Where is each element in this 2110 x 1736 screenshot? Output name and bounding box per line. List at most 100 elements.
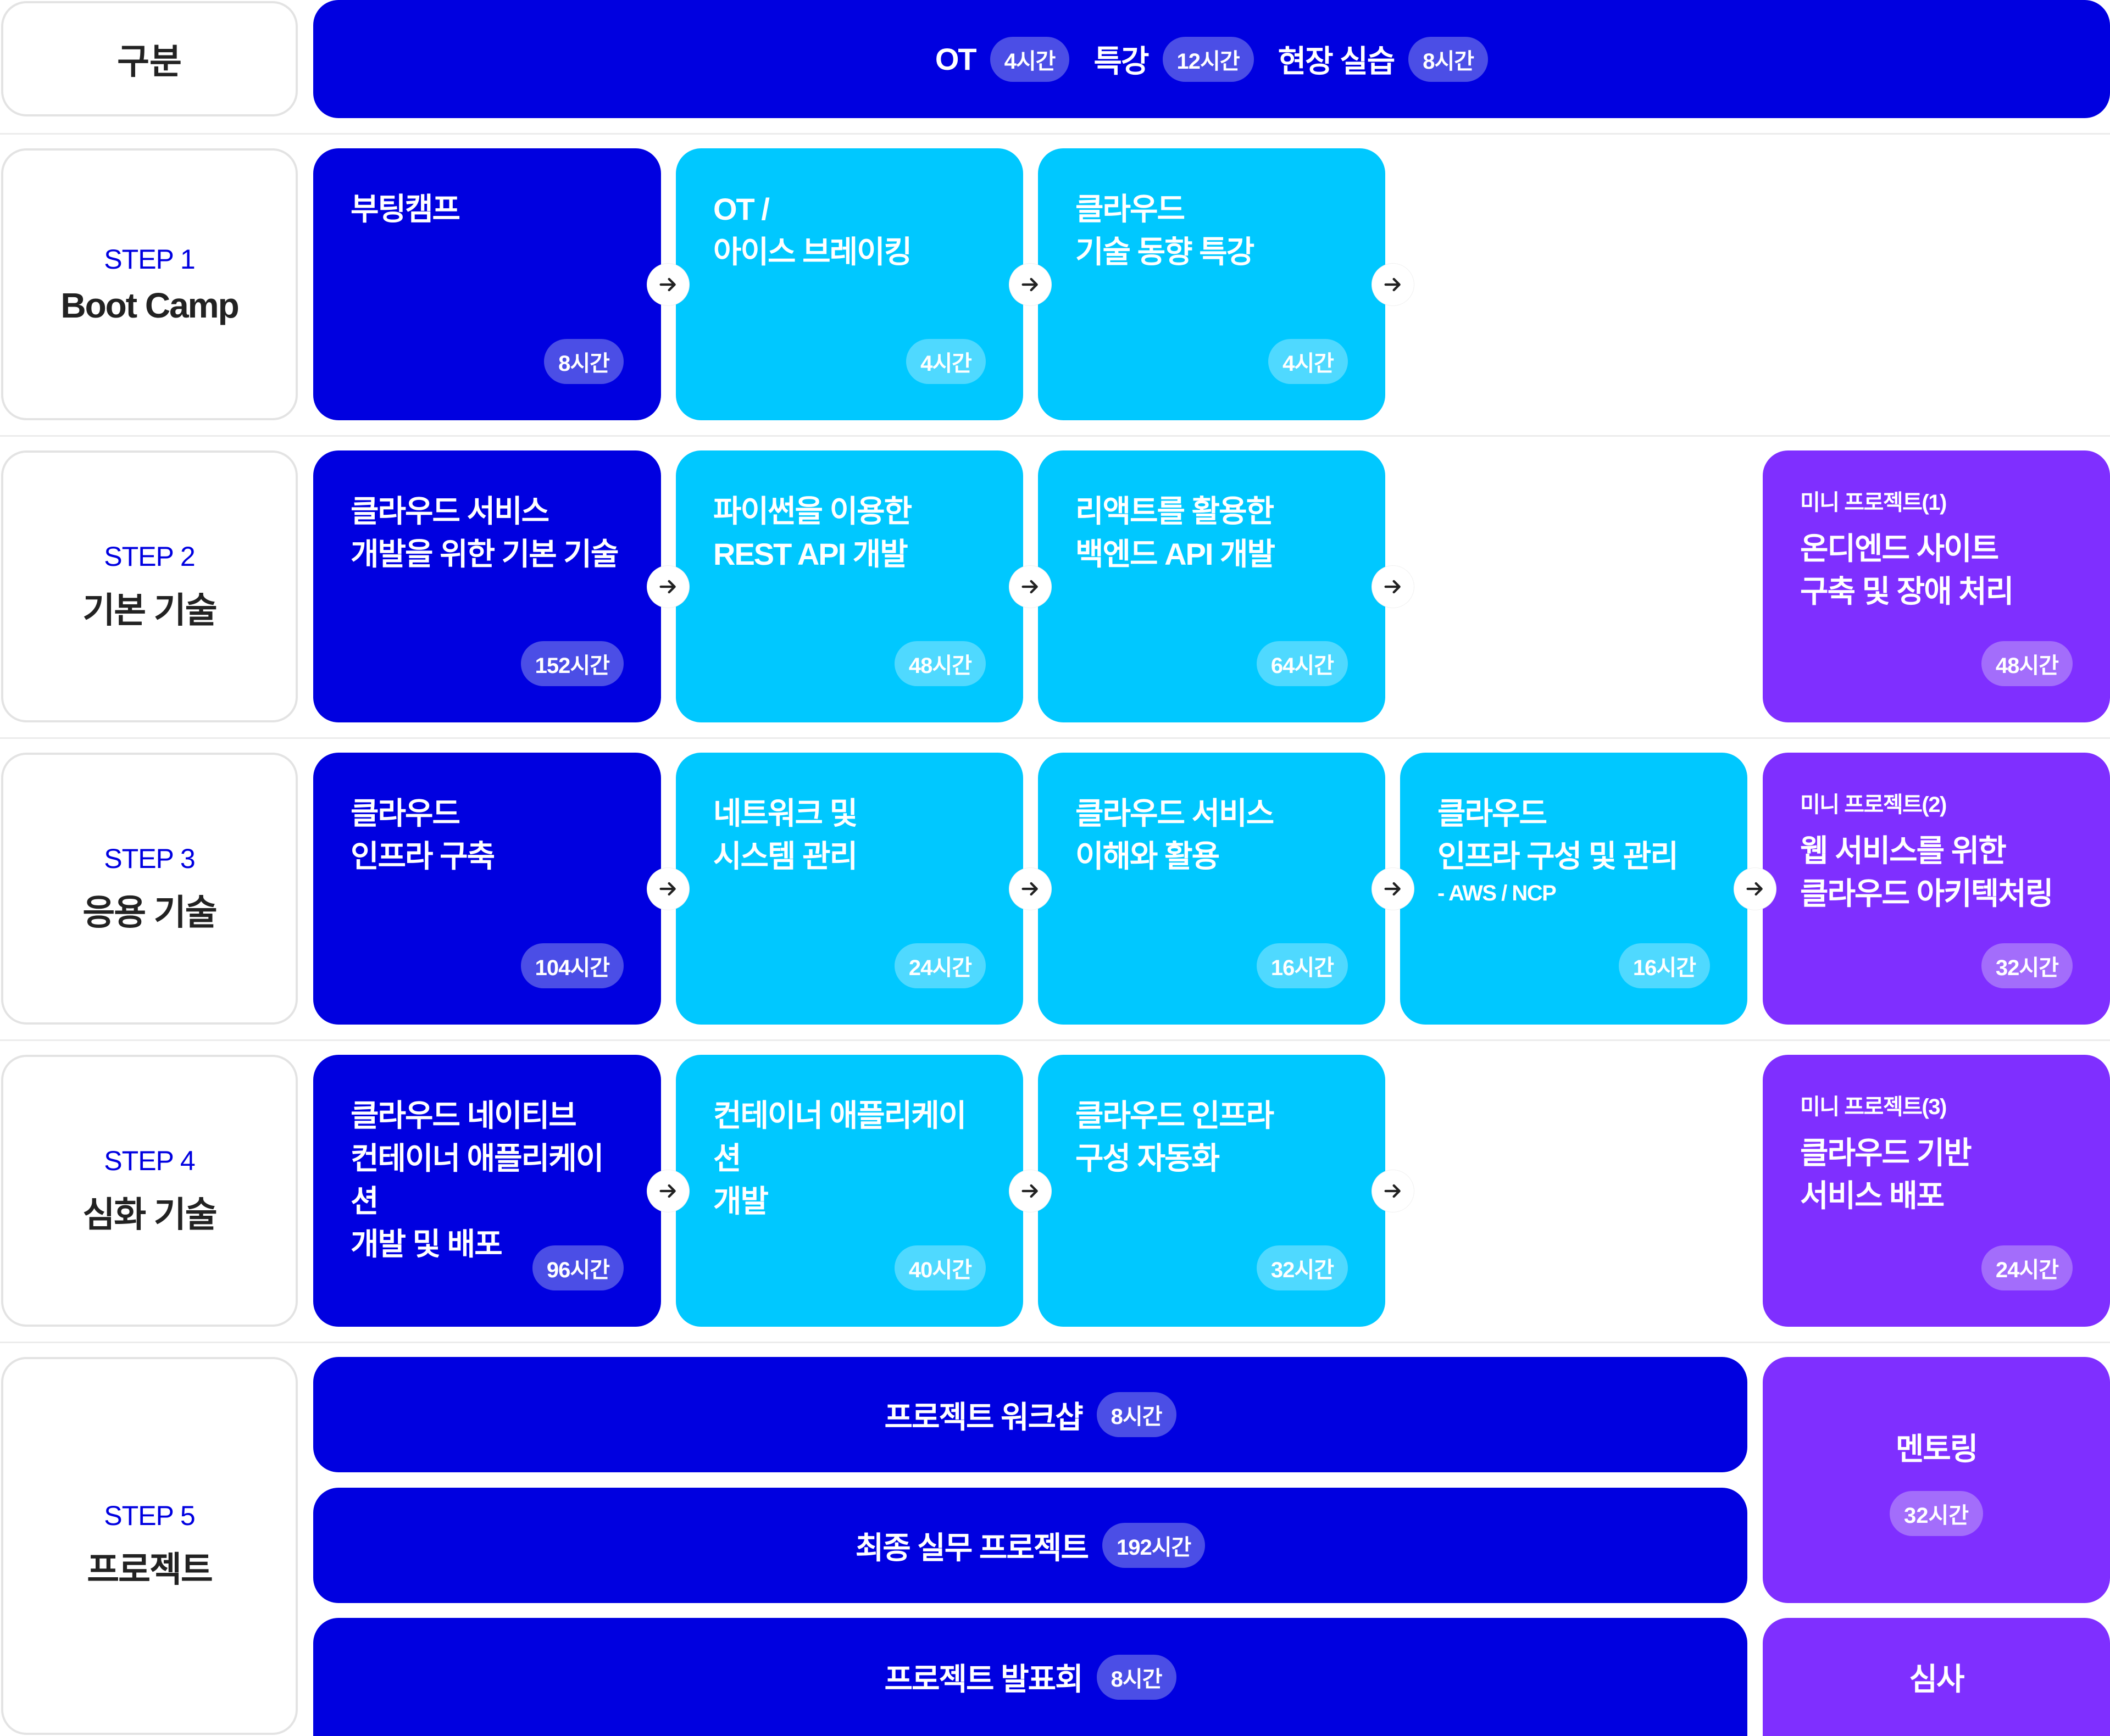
mentoring-card[interactable]: 멘토링 32시간 xyxy=(1763,1357,2110,1603)
course-title: 클라우드 서비스 이해와 활용 xyxy=(1075,796,1274,873)
mini-project-title: 웹 서비스를 위한 클라우드 아키텍처링 xyxy=(1800,833,2053,911)
course-card[interactable]: 클라우드 인프라 구축 104시간 xyxy=(313,753,661,1025)
hours-badge: 16시간 xyxy=(1618,943,1710,988)
step-4-label: STEP 4 심화 기술 xyxy=(1,1055,298,1327)
header-label-card: 구분 xyxy=(1,1,298,116)
row-divider xyxy=(0,435,2110,437)
course-card[interactable]: 클라우드 인프라 구성 자동화 32시간 xyxy=(1038,1055,1385,1327)
course-title: 네트워크 및 시스템 관리 xyxy=(713,796,858,873)
mini-project-title: 온디엔드 사이트 구축 및 장애 처리 xyxy=(1800,531,2014,609)
course-card[interactable]: OT / 아이스 브레이킹 4시간 xyxy=(676,148,1023,420)
header-item-ot-hours: 4시간 xyxy=(990,36,1070,82)
step-2-label: STEP 2 기본 기술 xyxy=(1,450,298,722)
arrow-right-icon xyxy=(647,1170,689,1212)
course-title: 클라우드 기술 동향 특강 xyxy=(1075,192,1254,269)
course-card[interactable]: 클라우드 인프라 구성 및 관리 - AWS / NCP 16시간 xyxy=(1400,753,1747,1025)
review-card[interactable]: 심사 xyxy=(1763,1618,2110,1736)
course-card[interactable]: 컨테이너 애플리케이션 개발 40시간 xyxy=(676,1055,1023,1327)
mini-project-label: 미니 프로젝트(1) xyxy=(1800,491,1947,515)
step-number: STEP 5 xyxy=(104,1500,195,1531)
header-item-practice-hours: 8시간 xyxy=(1408,36,1489,82)
step-title: 심화 기술 xyxy=(82,1194,217,1234)
step-number: STEP 2 xyxy=(104,541,195,572)
hours-badge: 24시간 xyxy=(1981,1245,2073,1290)
step-number: STEP 3 xyxy=(104,843,195,874)
arrow-right-icon xyxy=(647,868,689,910)
hours-badge: 192시간 xyxy=(1102,1523,1206,1568)
header-label: 구분 xyxy=(117,42,182,81)
course-card[interactable]: 클라우드 네이티브 컨테이너 애플리케이션 개발 및 배포 96시간 xyxy=(313,1055,661,1327)
course-title: 클라우드 인프라 구성 자동화 xyxy=(1075,1098,1274,1176)
course-title: 컨테이너 애플리케이션 개발 xyxy=(713,1098,967,1218)
mini-project-label: 미니 프로젝트(3) xyxy=(1800,1095,1947,1119)
project-bar-title: 프로젝트 워크샵 xyxy=(884,1399,1083,1434)
header-item-lecture: 특강 xyxy=(1093,44,1149,79)
course-title: 리액트를 활용한 백엔드 API 개발 xyxy=(1075,494,1275,571)
mentoring-title: 멘토링 xyxy=(1895,1431,1979,1466)
hours-badge: 32시간 xyxy=(1256,1245,1348,1290)
project-bar[interactable]: 프로젝트 발표회 8시간 xyxy=(313,1618,1747,1736)
course-card[interactable]: 파이썬을 이용한 REST API 개발 48시간 xyxy=(676,450,1023,722)
hours-badge: 96시간 xyxy=(532,1245,624,1290)
course-card[interactable]: 클라우드 서비스 이해와 활용 16시간 xyxy=(1038,753,1385,1025)
hours-badge: 16시간 xyxy=(1256,943,1348,988)
header-banner: OT 4시간 특강 12시간 현장 실습 8시간 xyxy=(313,0,2110,118)
header-item-practice: 현장 실습 xyxy=(1278,44,1396,79)
hours-badge: 48시간 xyxy=(1981,641,2073,686)
hours-badge: 8시간 xyxy=(1096,1392,1176,1437)
course-title: 클라우드 인프라 구축 xyxy=(351,796,495,873)
project-bar[interactable]: 최종 실무 프로젝트 192시간 xyxy=(313,1488,1747,1603)
course-card[interactable]: 클라우드 기술 동향 특강 4시간 xyxy=(1038,148,1385,420)
course-title: 클라우드 인프라 구성 및 관리 xyxy=(1437,796,1679,873)
course-title: 부팅캠프 xyxy=(351,192,460,226)
hours-badge: 4시간 xyxy=(1268,339,1348,384)
hours-badge: 64시간 xyxy=(1256,641,1348,686)
hours-badge: 8시간 xyxy=(544,339,624,384)
hours-badge: 104시간 xyxy=(520,943,624,988)
course-card[interactable]: 네트워크 및 시스템 관리 24시간 xyxy=(676,753,1023,1025)
arrow-right-icon xyxy=(1009,868,1051,910)
mini-project-card[interactable]: 미니 프로젝트(1) 온디엔드 사이트 구축 및 장애 처리 48시간 xyxy=(1763,450,2110,722)
hours-badge: 40시간 xyxy=(894,1245,986,1290)
step-number: STEP 1 xyxy=(104,243,195,275)
hours-badge: 48시간 xyxy=(894,641,986,686)
mini-project-card[interactable]: 미니 프로젝트(3) 클라우드 기반 서비스 배포 24시간 xyxy=(1763,1055,2110,1327)
row-divider xyxy=(0,737,2110,739)
hours-badge: 4시간 xyxy=(906,339,986,384)
course-title: 파이썬을 이용한 REST API 개발 xyxy=(713,494,912,571)
course-card[interactable]: 리액트를 활용한 백엔드 API 개발 64시간 xyxy=(1038,450,1385,722)
arrow-right-icon xyxy=(1009,1170,1051,1212)
project-bar-title: 프로젝트 발표회 xyxy=(884,1662,1083,1696)
course-card[interactable]: 클라우드 서비스 개발을 위한 기본 기술 152시간 xyxy=(313,450,661,722)
course-subtitle: - AWS / NCP xyxy=(1437,881,1557,905)
course-card[interactable]: 부팅캠프 8시간 xyxy=(313,148,661,420)
course-title: OT / 아이스 브레이킹 xyxy=(713,192,912,269)
step-3-label: STEP 3 응용 기술 xyxy=(1,753,298,1025)
arrow-right-icon xyxy=(647,566,689,608)
hours-badge: 32시간 xyxy=(1981,943,2073,988)
step-number: STEP 4 xyxy=(104,1145,195,1176)
course-title: 클라우드 네이티브 컨테이너 애플리케이션 개발 및 배포 xyxy=(351,1098,604,1261)
mini-project-label: 미니 프로젝트(2) xyxy=(1800,793,1947,817)
step-title: 기본 기술 xyxy=(82,590,217,630)
project-bar-title: 최종 실무 프로젝트 xyxy=(855,1530,1089,1565)
mini-project-card[interactable]: 미니 프로젝트(2) 웹 서비스를 위한 클라우드 아키텍처링 32시간 xyxy=(1763,753,2110,1025)
header-item-ot: OT xyxy=(935,42,977,76)
step-title: 프로젝트 xyxy=(87,1550,213,1589)
step-title: 응용 기술 xyxy=(82,892,217,932)
arrow-right-icon xyxy=(647,264,689,305)
row-divider xyxy=(0,1342,2110,1343)
header-item-lecture-hours: 12시간 xyxy=(1162,36,1254,82)
course-title: 클라우드 서비스 개발을 위한 기본 기술 xyxy=(351,494,619,571)
hours-badge: 8시간 xyxy=(1096,1654,1176,1700)
mini-project-title: 클라우드 기반 서비스 배포 xyxy=(1800,1136,1972,1213)
hours-badge: 152시간 xyxy=(520,641,624,686)
arrow-right-icon xyxy=(1009,264,1051,305)
arrow-right-icon xyxy=(1009,566,1051,608)
arrow-right-icon xyxy=(1372,1170,1414,1212)
step-5-label: STEP 5 프로젝트 xyxy=(1,1357,298,1735)
review-title: 심사 xyxy=(1909,1662,1964,1696)
project-bar[interactable]: 프로젝트 워크샵 8시간 xyxy=(313,1357,1747,1472)
row-divider xyxy=(0,133,2110,135)
arrow-right-icon xyxy=(1372,264,1414,305)
